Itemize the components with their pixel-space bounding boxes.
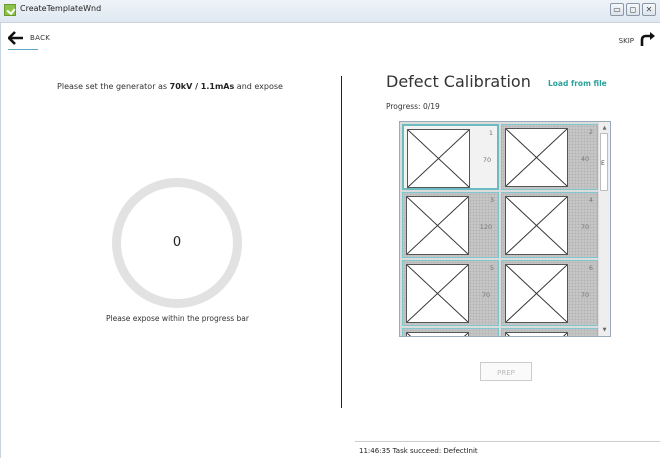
window-title: CreateTemplateWnd (20, 4, 102, 13)
title-bar: CreateTemplateWnd ▭ ◻ ✕ (0, 0, 660, 23)
window-controls: ▭ ◻ ✕ (610, 3, 656, 16)
tile-2[interactable]: 2 40 (501, 124, 598, 190)
exposure-counter: 0 (172, 235, 182, 250)
app-icon (4, 4, 16, 16)
progress-value: 0/19 (422, 102, 440, 111)
generator-instruction: Please set the generator as 70kV / 1.1mA… (0, 82, 340, 91)
tile-value: 120 (479, 223, 493, 231)
image-placeholder-icon (406, 196, 469, 255)
tile-number: 3 (489, 196, 494, 204)
tile-number: 5 (489, 264, 494, 272)
redo-arrow-icon (640, 31, 658, 51)
scroll-marker: E (601, 160, 605, 167)
expose-hint: Please expose within the progress bar (106, 314, 249, 323)
image-placeholder-icon (505, 332, 568, 336)
tile-4[interactable]: 4 70 (501, 192, 598, 258)
panel-divider (341, 76, 342, 408)
skip-label: SKIP (618, 37, 634, 45)
image-placeholder-icon (407, 129, 470, 188)
tile-number: 4 (588, 196, 593, 204)
tile-value: 70 (580, 291, 590, 299)
close-button[interactable]: ✕ (642, 3, 656, 16)
tile-8[interactable] (501, 328, 598, 336)
arrow-left-icon (8, 31, 24, 45)
scroll-down-icon[interactable]: ▼ (599, 326, 610, 334)
tile-6[interactable]: 6 70 (501, 260, 598, 326)
status-bar: 11:46:35 Task succeed: DefectInit (355, 441, 660, 459)
back-button[interactable]: BACK (8, 31, 50, 45)
tile-number: 2 (588, 128, 593, 136)
back-underline (8, 49, 38, 50)
skip-button[interactable]: SKIP (619, 31, 658, 51)
progress-label: Progress: (386, 102, 421, 111)
maximize-button[interactable]: ◻ (626, 3, 640, 16)
generator-setting: 70kV / 1.1mAs (169, 82, 235, 91)
tile-number: 1 (488, 129, 493, 137)
status-message: 11:46:35 Task succeed: DefectInit (359, 447, 478, 455)
progress-row: Progress: 0/19 (386, 102, 440, 111)
tile-value: 70 (481, 291, 491, 299)
image-placeholder-icon (505, 264, 568, 323)
tile-number: 6 (588, 264, 593, 272)
tile-value: 70 (482, 156, 492, 164)
tile-3[interactable]: 3 120 (402, 192, 499, 258)
scroll-up-icon[interactable]: ▲ (599, 124, 610, 132)
tile-1[interactable]: 1 70 (402, 124, 499, 190)
image-placeholder-icon (406, 264, 469, 323)
tile-7[interactable] (402, 328, 499, 336)
panel-title: Defect Calibration (386, 72, 531, 91)
load-from-file-link[interactable]: Load from file (548, 79, 607, 88)
tile-5[interactable]: 5 70 (402, 260, 499, 326)
image-placeholder-icon (505, 128, 568, 187)
instruction-prefix: Please set the generator as (57, 82, 168, 91)
tile-value: 40 (580, 155, 590, 163)
grid-scrollbar[interactable]: ▲ E ▼ (598, 122, 610, 336)
image-placeholder-icon (406, 332, 469, 336)
back-label: BACK (30, 34, 51, 42)
prep-button[interactable]: PREP (480, 362, 532, 381)
calibration-grid: 1 70 2 40 3 120 4 70 5 70 6 70 ▲ E ▼ (399, 121, 611, 337)
tile-value: 70 (580, 223, 590, 231)
image-placeholder-icon (505, 196, 568, 255)
instruction-suffix: and expose (236, 82, 283, 91)
minimize-button[interactable]: ▭ (610, 3, 624, 16)
